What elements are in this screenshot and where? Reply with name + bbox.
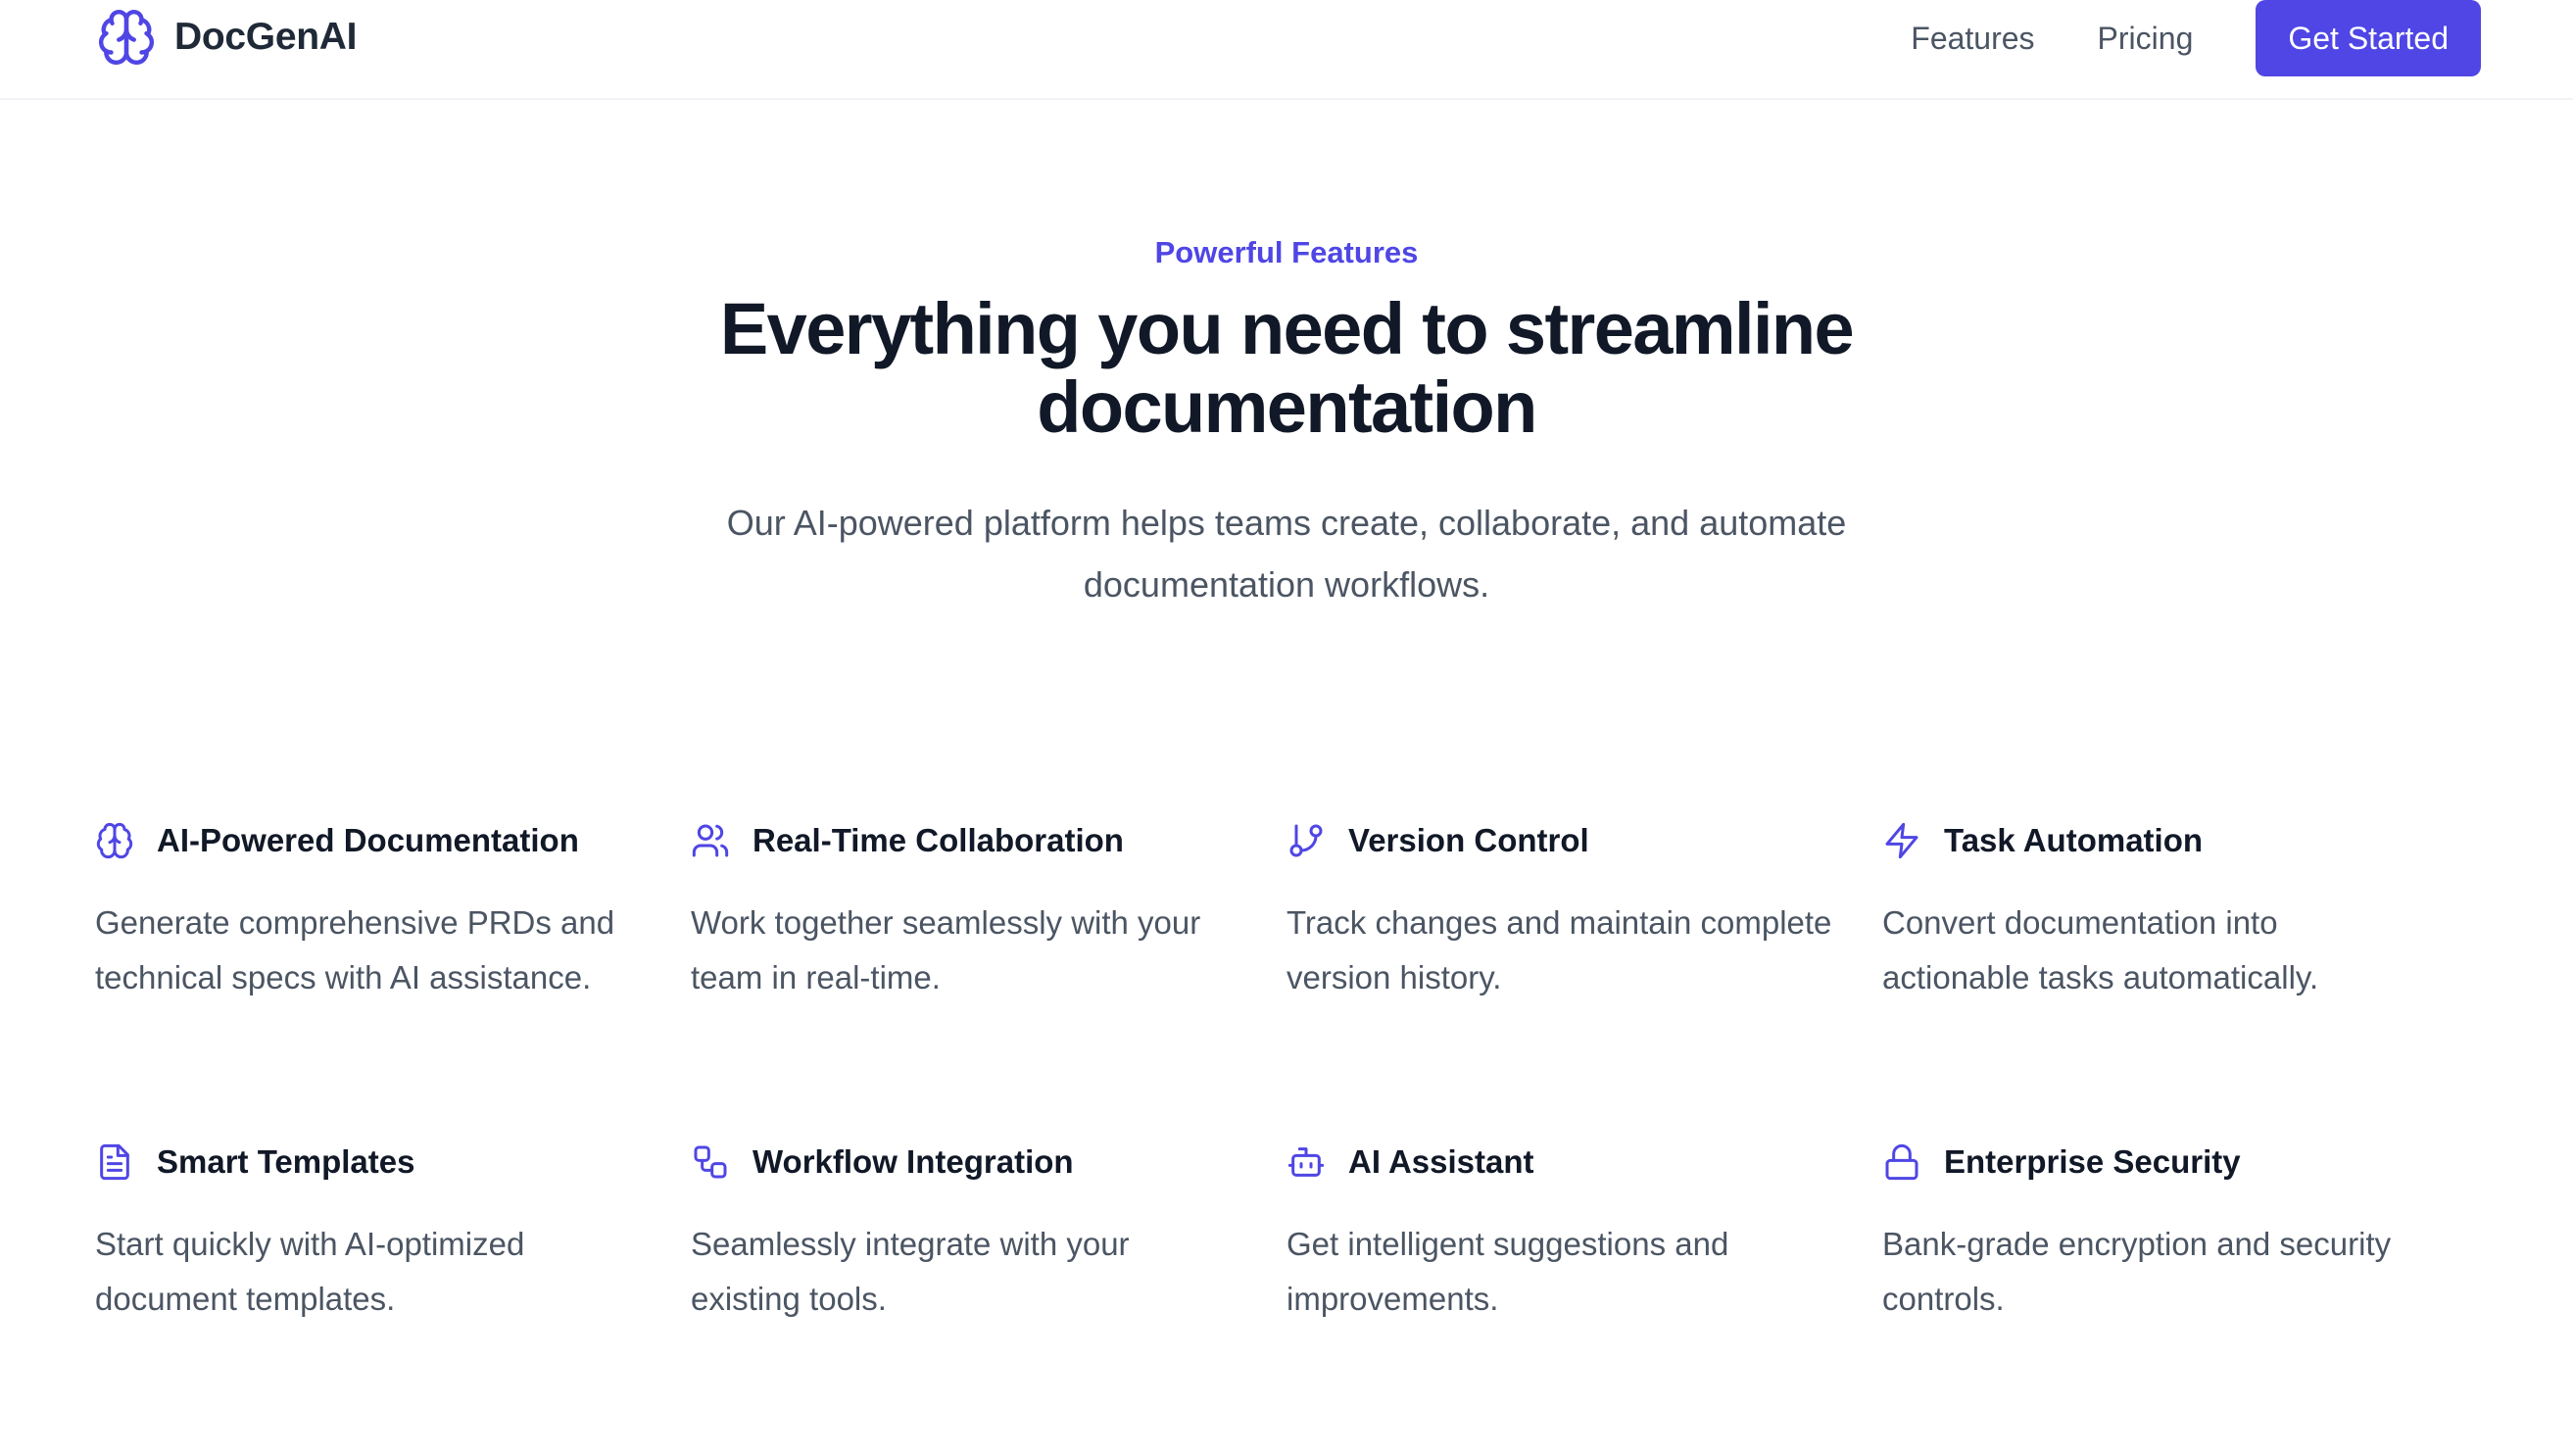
- feature-description: Bank-grade encryption and security contr…: [1882, 1226, 2392, 1317]
- features-grid: AI-Powered Documentation Generate compre…: [95, 813, 2478, 1456]
- feature-description: Generate comprehensive PRDs and technica…: [95, 904, 615, 995]
- feature-title: Task Automation: [1944, 822, 2204, 858]
- feature-description: Work together seamlessly with your team …: [691, 904, 1201, 995]
- section-eyebrow: Powerful Features: [1154, 235, 1419, 269]
- feature-header: AI-Powered Documentation: [95, 813, 652, 868]
- brain-icon: [99, 10, 154, 65]
- feature-header: AI Assistant: [1286, 1135, 1843, 1189]
- lock-icon: [1882, 1142, 1921, 1182]
- feature-title: Workflow Integration: [752, 1143, 1074, 1180]
- feature-card-version-control: Version Control Track changes and mainta…: [1286, 813, 1882, 1135]
- git-branch-icon: [1286, 821, 1326, 860]
- brand-name: DocGenAI: [174, 16, 358, 58]
- nav-links: Features Pricing Get Started: [1911, 0, 2481, 76]
- feature-header: Enterprise Security: [1882, 1135, 2439, 1189]
- feature-description: Start quickly with AI-optimized document…: [95, 1226, 525, 1317]
- feature-card-collaboration: Real-Time Collaboration Work together se…: [691, 813, 1286, 1135]
- get-started-button[interactable]: Get Started: [2256, 0, 2481, 76]
- feature-header: Workflow Integration: [691, 1135, 1247, 1189]
- feature-title: Enterprise Security: [1944, 1143, 2241, 1180]
- feature-card-ai-documentation: AI-Powered Documentation Generate compre…: [95, 813, 691, 1135]
- feature-card-enterprise-security: Enterprise Security Bank-grade encryptio…: [1882, 1135, 2478, 1456]
- feature-title: AI-Powered Documentation: [157, 822, 579, 858]
- nav-link-pricing[interactable]: Pricing: [2098, 21, 2194, 57]
- feature-title: Real-Time Collaboration: [752, 822, 1124, 858]
- lightning-icon: [1882, 821, 1921, 860]
- page-title: Everything you need to streamline docume…: [719, 288, 1855, 448]
- page-subtitle: Our AI-powered platform helps teams crea…: [726, 503, 1847, 605]
- document-icon: [95, 1142, 134, 1182]
- feature-title: AI Assistant: [1348, 1143, 1534, 1180]
- feature-card-smart-templates: Smart Templates Start quickly with AI-op…: [95, 1135, 691, 1456]
- feature-description: Seamlessly integrate with your existing …: [691, 1226, 1130, 1317]
- brain-icon: [95, 821, 134, 860]
- feature-header: Real-Time Collaboration: [691, 813, 1247, 868]
- feature-description: Track changes and maintain complete vers…: [1286, 904, 1832, 995]
- feature-title: Smart Templates: [157, 1143, 415, 1180]
- feature-header: Version Control: [1286, 813, 1843, 868]
- feature-card-task-automation: Task Automation Convert documentation in…: [1882, 813, 2478, 1135]
- brand-logo-link[interactable]: DocGenAI: [96, 6, 357, 69]
- bot-icon: [1286, 1142, 1326, 1182]
- feature-header: Smart Templates: [95, 1135, 652, 1189]
- top-navigation: DocGenAI Features Pricing Get Started: [0, 0, 2573, 100]
- feature-card-workflow-integration: Workflow Integration Seamlessly integrat…: [691, 1135, 1286, 1456]
- feature-description: Convert documentation into actionable ta…: [1882, 904, 2319, 995]
- users-icon: [691, 821, 730, 860]
- feature-card-ai-assistant: AI Assistant Get intelligent suggestions…: [1286, 1135, 1882, 1456]
- feature-header: Task Automation: [1882, 813, 2439, 868]
- features-hero: Powerful Features Everything you need to…: [0, 225, 2573, 615]
- workflow-icon: [691, 1142, 730, 1182]
- nav-link-features[interactable]: Features: [1911, 21, 2034, 57]
- feature-title: Version Control: [1348, 822, 1589, 858]
- feature-description: Get intelligent suggestions and improvem…: [1286, 1226, 1729, 1317]
